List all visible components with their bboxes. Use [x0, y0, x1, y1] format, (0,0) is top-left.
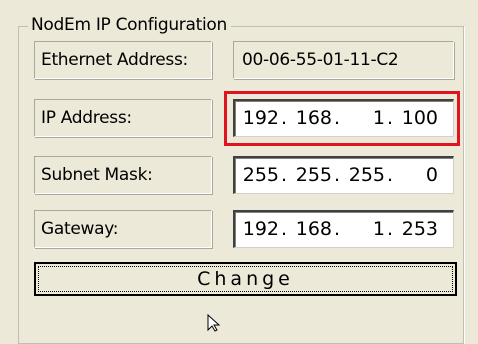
subnet-dot-2: . [333, 164, 341, 186]
gateway-octet-3[interactable]: 1 [341, 212, 385, 246]
gateway-label: Gateway: [34, 210, 212, 248]
subnet-dot-1: . [280, 164, 288, 186]
ip-address-field[interactable]: 192 . 168 . 1 . 100 [233, 99, 454, 137]
ip-dot-2: . [333, 107, 341, 129]
gateway-dot-2: . [333, 218, 341, 240]
ip-octet-3[interactable]: 1 [341, 101, 385, 135]
subnet-octet-1[interactable]: 255 [235, 158, 279, 192]
subnet-octet-2[interactable]: 255 [288, 158, 332, 192]
subnet-mask-field[interactable]: 255 . 255 . 255 . 0 [233, 156, 454, 194]
group-title: NodEm IP Configuration [28, 12, 231, 38]
ip-octet-1[interactable]: 192 [235, 101, 279, 135]
gateway-octet-4[interactable]: 253 [394, 212, 438, 246]
ip-dot-1: . [280, 107, 288, 129]
ip-octet-4[interactable]: 100 [394, 101, 438, 135]
arrow-cursor-icon [207, 314, 221, 332]
change-button-label: Change [38, 266, 453, 292]
subnet-octet-3[interactable]: 255 [341, 158, 385, 192]
ip-address-label: IP Address: [34, 99, 212, 137]
subnet-octet-4[interactable]: 0 [394, 158, 438, 192]
gateway-dot-3: . [386, 218, 394, 240]
ip-dot-3: . [386, 107, 394, 129]
change-button[interactable]: Change [34, 262, 457, 296]
gateway-octet-2[interactable]: 168 [288, 212, 332, 246]
ip-octet-2[interactable]: 168 [288, 101, 332, 135]
gateway-dot-1: . [280, 218, 288, 240]
ethernet-address-label: Ethernet Address: [34, 41, 212, 79]
ethernet-address-value: 00-06-55-01-11-C2 [233, 41, 454, 79]
subnet-mask-label: Subnet Mask: [34, 156, 212, 194]
gateway-field[interactable]: 192 . 168 . 1 . 253 [233, 210, 454, 248]
gateway-octet-1[interactable]: 192 [235, 212, 279, 246]
subnet-dot-3: . [386, 164, 394, 186]
